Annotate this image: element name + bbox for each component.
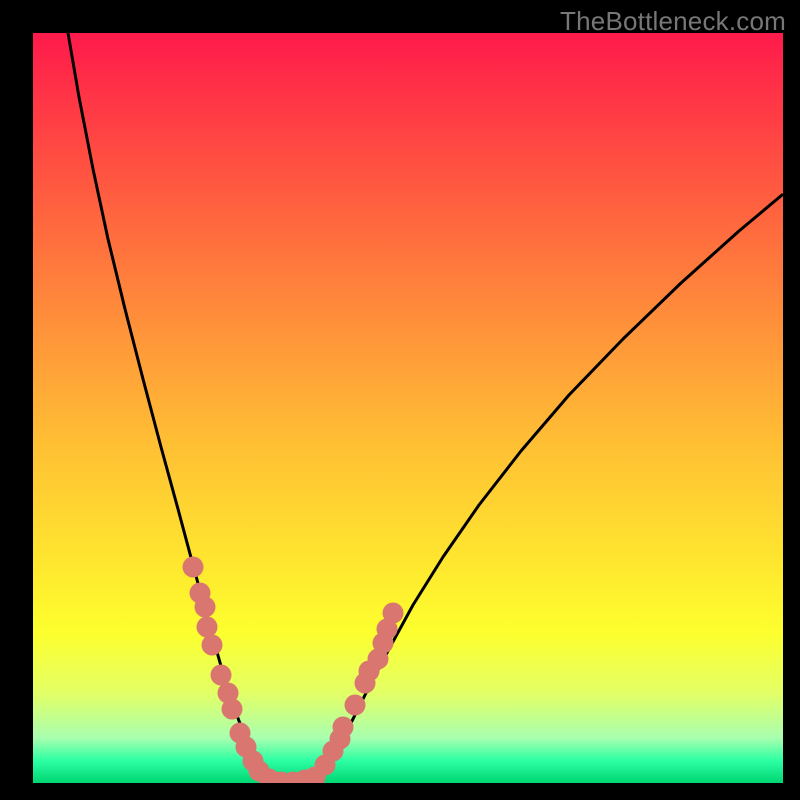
data-dot	[197, 617, 218, 638]
plot-area	[33, 33, 783, 783]
bottleneck-curve	[68, 33, 782, 782]
data-dot	[345, 695, 366, 716]
watermark-text: TheBottleneck.com	[560, 6, 786, 37]
curve-path	[68, 33, 782, 782]
data-dot	[202, 635, 223, 656]
data-dot	[383, 603, 404, 624]
data-dot	[222, 699, 243, 720]
data-dot	[211, 665, 232, 686]
data-dot	[183, 557, 204, 578]
outer-frame: TheBottleneck.com	[0, 0, 800, 800]
chart-svg	[33, 33, 783, 783]
data-dots	[183, 557, 404, 784]
data-dot	[195, 597, 216, 618]
data-dot	[333, 717, 354, 738]
